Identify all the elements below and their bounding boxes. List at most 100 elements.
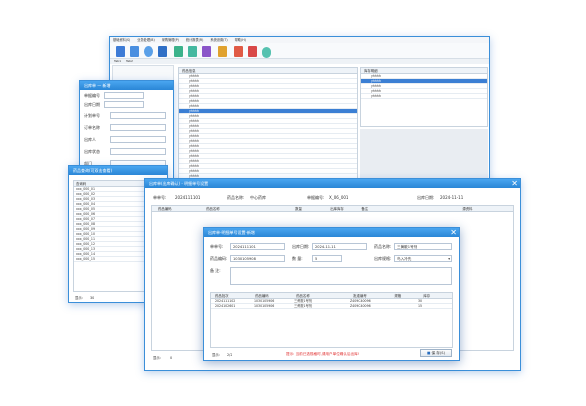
- batch-grid-cell: 15: [418, 304, 423, 308]
- detail-value-drug: 中心药库: [250, 195, 266, 200]
- tab-strip: Tab1 Tab2: [110, 59, 489, 64]
- detail-col-note: 备注: [361, 207, 369, 211]
- detail-value-date: 2024-11-11: [440, 195, 464, 200]
- detail-grid-header: 药品编码 药品名称 数量 出库库存 备注 源资料: [152, 206, 513, 212]
- menu-item-report[interactable]: 统计报表(R): [186, 38, 203, 42]
- outbound-window-titlebar: 出库单 — 新增: [80, 81, 173, 90]
- detail-footer: 显示: 0: [153, 355, 172, 360]
- drug-query-cell: xxx_000_15: [76, 257, 95, 261]
- dialog-label-code: 药品编码:: [210, 256, 228, 261]
- detail-col-source: 源资料: [462, 207, 473, 211]
- menu-item-business[interactable]: 业务处理(B): [137, 38, 154, 42]
- stock-grid-rows: yhhhh yhhhh yhhhh yhhhh yhhhh: [361, 74, 487, 99]
- dialog-label-spec: 出库规格:: [374, 256, 392, 261]
- detail-label-doc: 单单号:: [153, 195, 167, 200]
- dialog-input-doc[interactable]: 2024111101: [230, 243, 285, 250]
- dialog-label-drug: 药品名称:: [374, 244, 392, 249]
- outbound-side-label: 出库人: [84, 137, 96, 142]
- dialog-select-spec[interactable]: 鸟入冷先 ▾: [394, 255, 452, 262]
- outbound-field-input-0[interactable]: [104, 92, 144, 99]
- dialog-label-date: 出库日期:: [292, 244, 310, 249]
- dialog-save-label: 保 存(S): [431, 351, 445, 355]
- dialog-label-qty: 数 量:: [292, 256, 303, 261]
- close-icon[interactable]: ✕: [450, 228, 457, 237]
- outbound-side-label: 计划单号: [84, 113, 100, 118]
- outbound-window-title: 出库单 — 新增: [84, 83, 111, 88]
- batch-grid-cell: 三黄散1号剂: [294, 304, 312, 308]
- detail-col-code: 药品编码: [158, 207, 172, 211]
- tab-1[interactable]: Tab1: [114, 59, 121, 63]
- detail-label-number: 单据编号:: [307, 195, 325, 200]
- detail-col-qty: 数量: [295, 207, 302, 211]
- save-icon: ■: [427, 351, 431, 355]
- batch-grid-rows: 2024111102 1030105906 三黄散1号剂 Z409C40096 30 20…: [211, 299, 452, 309]
- drug-query-footer-value: 30: [90, 296, 95, 300]
- outbound-side-input[interactable]: [110, 136, 166, 143]
- detail-value-doc: 2024111101: [175, 195, 201, 200]
- export-icon[interactable]: [218, 46, 227, 57]
- outbound-detail-titlebar: 出库单(出库确认) - 明细单号设置 ✕: [145, 179, 520, 188]
- menu-item-help[interactable]: 帮助(H): [235, 38, 246, 42]
- batch-grid-cell: Z409C40096: [350, 304, 371, 308]
- batch-grid-cell: 2024102601: [215, 304, 236, 308]
- add-detail-dialog: 出库单-明细单号设置-新增 ✕ 单单号: 2024111101 出库日期: 202…: [203, 227, 460, 361]
- outbound-field-input-1[interactable]: [104, 101, 144, 108]
- refresh-icon[interactable]: [188, 46, 197, 57]
- dialog-input-note[interactable]: [230, 267, 452, 285]
- main-grid-rows: yhhhh yhhhh yhhhh yhhhh yhhhh yhhhh yhhhh yhhhh…: [179, 74, 357, 179]
- detail-footer-label: 显示:: [153, 356, 161, 360]
- outbound-detail-title: 出库单(出库确认) - 明细单号设置: [149, 181, 209, 186]
- batch-grid-row[interactable]: 2024102601 1030105906 三黄散1号剂 Z409C40096 15: [211, 304, 452, 309]
- stock-grid-row[interactable]: yhhhh: [361, 94, 487, 99]
- detail-col-stock: 出库库存: [330, 207, 344, 211]
- dialog-footer-value: 2/2: [227, 353, 233, 357]
- dialog-select-spec-value: 鸟入冷先: [397, 257, 412, 261]
- outbound-field-label-1: 出库日期: [84, 102, 100, 107]
- dialog-footer: 显示: 2/2: [212, 352, 232, 357]
- outbound-side-input[interactable]: [110, 112, 166, 119]
- dialog-label-doc: 单单号:: [210, 244, 224, 249]
- outbound-side-label: 出库状态: [84, 149, 100, 154]
- drug-query-titlebar: 药品查询(可双击查看): [69, 166, 167, 175]
- stock-grid: 库存明细 yhhhh yhhhh yhhhh yhhhh yhhhh: [360, 67, 488, 127]
- drug-query-footer-label: 显示:: [75, 296, 83, 300]
- dialog-footer-label: 显示:: [212, 353, 220, 357]
- detail-label-drug: 药品名称:: [227, 195, 245, 200]
- dialog-input-drug[interactable]: 三黄散1号剂: [394, 243, 452, 250]
- dialog-input-qty[interactable]: 5: [312, 255, 342, 262]
- chevron-down-icon: ▾: [448, 257, 450, 261]
- outbound-side-label: 订单名称: [84, 125, 100, 130]
- detail-value-number: X_06_001: [329, 195, 349, 200]
- detail-footer-value: 0: [170, 356, 173, 360]
- print-icon[interactable]: [202, 46, 211, 57]
- copy-icon[interactable]: [174, 46, 183, 57]
- menu-item-purchase[interactable]: 采购管理(P): [162, 38, 179, 42]
- add-detail-titlebar: 出库单-明细单号设置-新增 ✕: [204, 228, 459, 237]
- cloud-icon[interactable]: [262, 47, 271, 58]
- edit-icon[interactable]: [158, 46, 167, 57]
- search-icon[interactable]: [144, 46, 153, 57]
- delete-icon[interactable]: [234, 46, 243, 57]
- tab-2[interactable]: Tab2: [126, 59, 133, 63]
- menu-item-basic[interactable]: 基础资料(S): [113, 38, 130, 42]
- batch-grid: 药品批次 药品编码 药品名称 批准编号 规格 库存 2024111102 1030…: [210, 292, 453, 348]
- close-icon[interactable]: ✕: [511, 179, 518, 188]
- batch-grid-cell: 1030105906: [254, 304, 275, 308]
- drug-query-footer: 显示: 30: [75, 295, 94, 300]
- outbound-side-input[interactable]: [110, 124, 166, 131]
- list-icon[interactable]: [130, 46, 139, 57]
- outbound-side-input[interactable]: [110, 148, 166, 155]
- toolbar: [110, 43, 489, 59]
- drug-query-title: 药品查询(可双击查看): [73, 168, 113, 173]
- dialog-save-button[interactable]: ■ 保 存(S): [420, 349, 452, 357]
- dialog-hint: 提示: 当前已选规格时,请用户单位确认后出库!: [286, 352, 360, 356]
- dialog-input-code[interactable]: 1030105908: [230, 255, 285, 262]
- detail-label-date: 出库日期:: [417, 195, 435, 200]
- stock-grid-cell: yhhhh: [371, 94, 381, 98]
- outbound-field-label-0: 单据编号: [84, 93, 100, 98]
- document-icon[interactable]: [116, 46, 125, 57]
- detail-col-name: 药品名称: [206, 207, 220, 211]
- menu-item-settings[interactable]: 系统设置(T): [210, 38, 227, 42]
- chart-icon[interactable]: [248, 46, 257, 57]
- dialog-input-date[interactable]: 2024-11-11: [312, 243, 367, 250]
